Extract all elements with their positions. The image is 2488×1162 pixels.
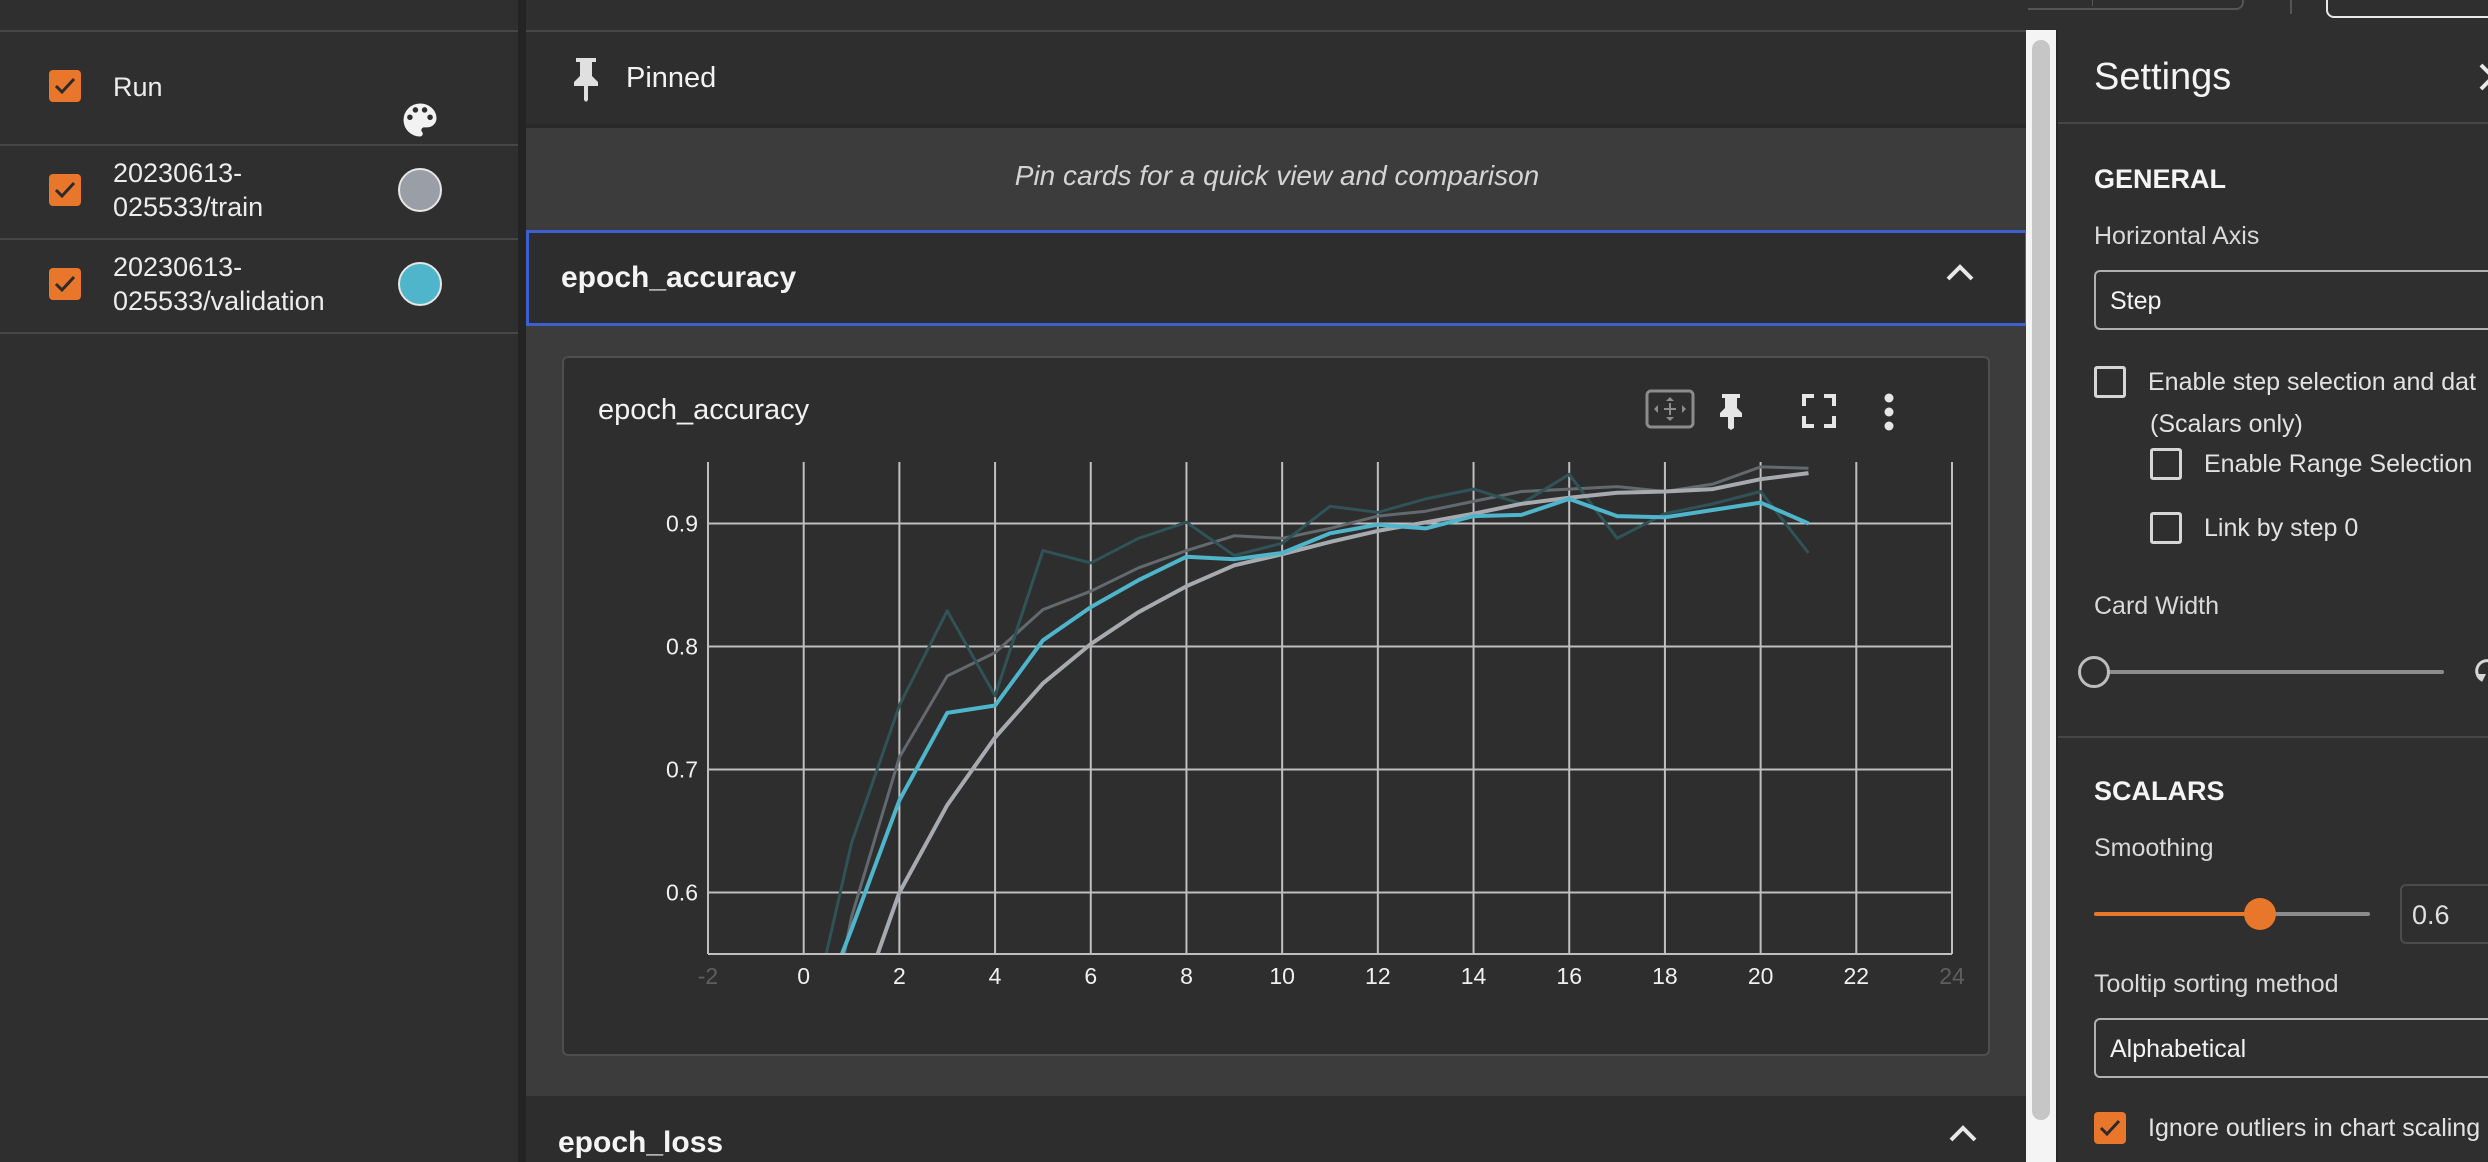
tooltip-sort-label: Tooltip sorting method: [2094, 970, 2339, 998]
group-title-epoch-accuracy: epoch_accuracy: [561, 261, 797, 294]
x-tick-label: -2: [698, 963, 718, 989]
palette-icon[interactable]: [398, 98, 442, 147]
settings-panel: Settings GENERAL Horizontal Axis Step En…: [2056, 30, 2488, 1162]
close-icon[interactable]: [2478, 62, 2488, 97]
card-width-slider-thumb[interactable]: [2078, 656, 2110, 688]
card-width-slider-track[interactable]: [2094, 670, 2444, 674]
pinned-empty-area: Pin cards for a quick view and compariso…: [526, 124, 2028, 230]
tooltip-sort-value: Alphabetical: [2110, 1035, 2247, 1063]
run-color-swatch-train[interactable]: [398, 168, 442, 212]
run-label-validation: 20230613- 025533/validation: [113, 252, 325, 316]
smoothing-slider-thumb[interactable]: [2243, 898, 2276, 930]
chart-axes: [707, 462, 1953, 955]
settings-section-divider: [2058, 736, 2488, 738]
link-by-step-checkbox[interactable]: [2150, 512, 2182, 544]
chart-gridlines: [708, 462, 1952, 954]
y-tick-label: 0.9: [666, 511, 698, 537]
x-tick-label: 10: [1269, 963, 1295, 989]
run-row-validation[interactable]: 20230613- 025533/validation: [0, 238, 518, 334]
group-body-epoch-accuracy: epoch_accuracy -2 0 2 4 6 8 10 12 14 16 18 20 22 24 0.…: [526, 326, 2028, 1096]
scalar-card-epoch-accuracy: epoch_accuracy -2 0 2 4 6 8 10 12 14 16 18 20 22 24 0.…: [562, 356, 1990, 1056]
smoothing-value: 0.6: [2412, 900, 2450, 930]
settings-title: Settings: [2094, 56, 2232, 98]
group-header-epoch-loss[interactable]: epoch_loss: [526, 1096, 2028, 1162]
x-tick-label: 4: [989, 963, 1002, 989]
card-width-label: Card Width: [2094, 592, 2220, 620]
settings-header: Settings: [2058, 30, 2488, 124]
runs-panel: Run 20230613- 025533/train 20230613- 02553…: [0, 0, 520, 1162]
x-tick-label: 14: [1461, 963, 1487, 989]
run-color-swatch-validation[interactable]: [398, 262, 442, 306]
x-tick-label: 24: [1939, 963, 1965, 989]
horizontal-axis-value: Step: [2110, 287, 2162, 315]
y-tick-label: 0.6: [666, 880, 698, 906]
run-checkbox-train[interactable]: [49, 174, 81, 206]
group-header-epoch-accuracy[interactable]: epoch_accuracy: [526, 230, 2028, 326]
runs-header-row: Run: [0, 32, 518, 146]
run-label-train: 20230613- 025533/train: [113, 158, 264, 222]
x-tick-label: 18: [1652, 963, 1678, 989]
x-tick-label: 6: [1084, 963, 1097, 989]
reset-icon[interactable]: [2474, 656, 2488, 691]
range-selection-checkbox[interactable]: [2150, 448, 2182, 480]
x-tick-label: 22: [1844, 963, 1870, 989]
scrollbar-thumb[interactable]: [2032, 40, 2050, 1120]
panel-resize-handle[interactable]: [518, 0, 526, 1162]
accuracy-line-chart[interactable]: -2 0 2 4 6 8 10 12 14 16 18 20 22 240.60.70.80.9: [564, 358, 1988, 1054]
toolbar-search-box[interactable]: [2326, 0, 2488, 18]
main-dashboard: Pinned Pin cards for a quick view and co…: [526, 0, 2028, 1162]
pin-icon: [568, 54, 604, 107]
smoothing-slider-track[interactable]: [2259, 912, 2370, 916]
link-by-step-label: Link by step 0: [2204, 514, 2359, 542]
run-row-train[interactable]: 20230613- 025533/train: [0, 144, 518, 240]
pinned-empty-message: Pin cards for a quick view and compariso…: [1014, 160, 1540, 191]
runs-header-label: Run: [113, 72, 163, 102]
x-tick-label: 12: [1365, 963, 1391, 989]
tooltip-sort-select[interactable]: Alphabetical: [2094, 1018, 2488, 1078]
pinned-title: Pinned: [626, 62, 717, 94]
step-selection-label: Enable step selection and dat: [2148, 368, 2477, 396]
x-tick-label: 2: [893, 963, 906, 989]
step-selection-checkbox[interactable]: [2094, 366, 2126, 398]
range-selection-label: Enable Range Selection: [2204, 450, 2473, 478]
y-tick-label: 0.7: [666, 757, 698, 783]
smoothing-label: Smoothing: [2094, 834, 2214, 862]
toolbar-divider: [2290, 0, 2292, 14]
step-selection-sublabel: (Scalars only): [2150, 410, 2303, 438]
x-tick-label: 0: [797, 963, 810, 989]
run-checkbox-validation[interactable]: [49, 268, 81, 300]
ignore-outliers-label: Ignore outliers in chart scaling: [2148, 1114, 2481, 1142]
chart-tick-labels: -2 0 2 4 6 8 10 12 14 16 18 20 22 240.60.70.80.9: [666, 511, 1965, 990]
chevron-up-icon[interactable]: [1945, 261, 1975, 288]
ignore-outliers-checkbox[interactable]: [2094, 1112, 2126, 1144]
smoothing-slider-active-track[interactable]: [2094, 912, 2260, 916]
smoothing-value-input[interactable]: 0.6: [2400, 884, 2488, 944]
group-title-epoch-loss: epoch_loss: [558, 1126, 724, 1159]
horizontal-axis-label: Horizontal Axis: [2094, 222, 2260, 250]
select-all-runs-checkbox[interactable]: [49, 70, 81, 102]
main-scrollbar[interactable]: [2026, 30, 2056, 1162]
general-section-heading: GENERAL: [2094, 164, 2227, 194]
y-tick-label: 0.8: [666, 634, 698, 660]
pinned-section-header: Pinned: [526, 32, 2028, 124]
horizontal-axis-select[interactable]: Step: [2094, 270, 2488, 330]
x-tick-label: 16: [1556, 963, 1582, 989]
scalars-section-heading: SCALARS: [2094, 776, 2225, 806]
x-tick-label: 8: [1180, 963, 1193, 989]
x-tick-label: 20: [1748, 963, 1774, 989]
chevron-up-icon[interactable]: [1948, 1122, 1978, 1149]
